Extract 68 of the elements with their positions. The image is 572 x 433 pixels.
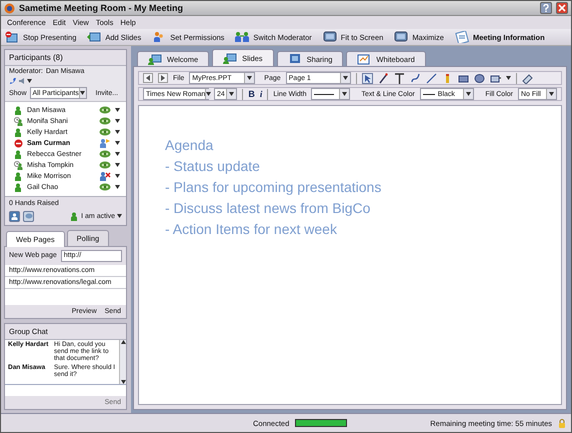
people-screen-icon xyxy=(148,53,162,65)
brush-icon[interactable] xyxy=(410,72,421,84)
caret-icon xyxy=(115,130,120,134)
close-button[interactable] xyxy=(556,2,568,14)
switch-people-icon xyxy=(235,31,250,43)
caret-icon xyxy=(27,79,32,83)
monitor-icon xyxy=(322,31,337,43)
whiteboard-icon xyxy=(357,53,372,65)
caret-icon xyxy=(115,119,120,123)
stop-presenting-icon xyxy=(5,31,19,43)
caret-icon xyxy=(229,92,234,96)
line-sample-icon xyxy=(314,92,334,96)
slide-text-line: - Plans for upcoming presentations xyxy=(165,178,382,196)
window-title: Sametime Meeting Room - My Meeting xyxy=(19,3,184,13)
caret-icon xyxy=(115,185,120,189)
caret-icon xyxy=(80,91,86,95)
line-tool-icon[interactable] xyxy=(426,72,437,84)
app-logo-icon xyxy=(4,2,15,14)
document-icon xyxy=(454,31,469,43)
people-screen-icon xyxy=(223,52,238,64)
speaker-icon[interactable] xyxy=(18,77,26,85)
chat-view-button[interactable] xyxy=(23,210,34,222)
left-arrow-icon xyxy=(145,75,151,81)
list-view-button[interactable] xyxy=(9,210,20,222)
line-sample-icon xyxy=(422,92,435,96)
text-tool-icon[interactable] xyxy=(394,72,405,84)
caret-icon xyxy=(115,141,120,145)
help-button[interactable] xyxy=(540,2,552,14)
lock-icon[interactable] xyxy=(558,418,566,428)
caret-icon xyxy=(466,92,472,96)
caret-icon xyxy=(548,92,554,96)
panel-title: Participants (8) xyxy=(5,50,126,66)
question-mark-icon xyxy=(543,4,549,12)
slides-icon xyxy=(87,31,102,43)
caret-icon xyxy=(115,163,120,167)
caret-icon xyxy=(342,92,348,96)
caret-icon xyxy=(115,174,120,178)
caret-icon xyxy=(342,76,348,80)
monitor-icon xyxy=(394,31,408,43)
caret-icon xyxy=(247,76,252,80)
slide-text-line: Agenda xyxy=(165,136,214,154)
monitor-icon xyxy=(288,53,302,65)
slide-text-line: - Action Items for next week xyxy=(165,220,338,238)
right-arrow-icon xyxy=(160,75,166,81)
previous-page-button[interactable] xyxy=(143,73,153,83)
slide-text-line: - Discuss latest news from BigCo xyxy=(165,199,372,217)
caret-icon xyxy=(506,76,511,80)
person-icon xyxy=(70,212,80,220)
italic-button[interactable]: i xyxy=(260,89,262,99)
line-width-dropdown[interactable] xyxy=(311,88,350,100)
person-icon xyxy=(11,212,18,220)
bold-button[interactable]: B xyxy=(248,89,255,99)
caret-icon xyxy=(206,92,212,96)
chat-bubble-icon xyxy=(24,212,32,220)
rectangle-tool-icon[interactable] xyxy=(458,72,469,84)
pen-icon[interactable] xyxy=(378,72,389,84)
scrollbar[interactable] xyxy=(119,340,126,384)
caret-icon xyxy=(115,108,120,112)
slide-text-line: - Status update xyxy=(165,157,261,175)
pointer-tool-icon[interactable] xyxy=(362,72,373,84)
next-page-button[interactable] xyxy=(158,73,168,83)
caret-icon xyxy=(117,214,122,218)
ellipse-tool-icon[interactable] xyxy=(474,72,485,84)
phone-handset-icon[interactable] xyxy=(9,77,17,85)
caret-icon xyxy=(115,152,120,156)
eraser-icon[interactable] xyxy=(522,72,533,84)
scroll-down-icon[interactable] xyxy=(120,380,126,384)
close-icon xyxy=(558,4,566,12)
